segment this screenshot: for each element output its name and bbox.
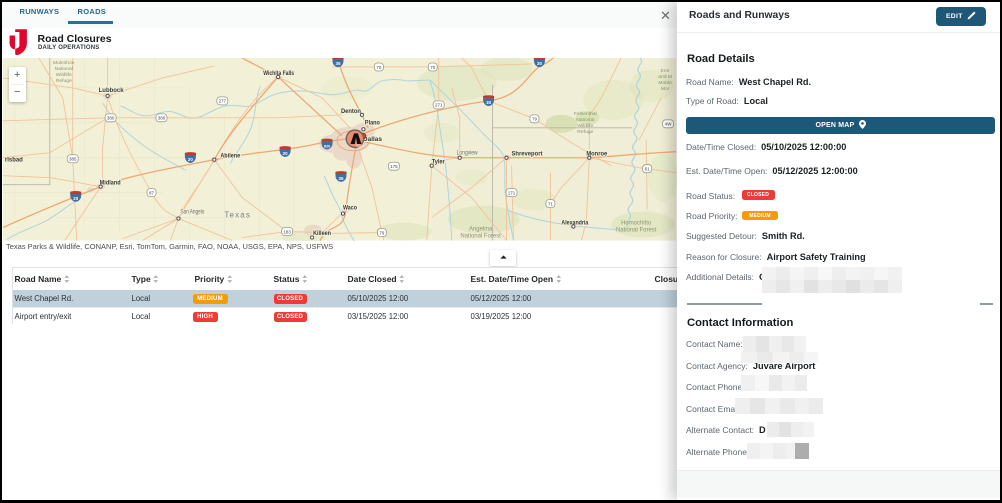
svg-text:20: 20 — [283, 151, 288, 156]
svg-text:Abilene: Abilene — [220, 154, 241, 160]
svg-text:820: 820 — [324, 144, 330, 148]
svg-text:87: 87 — [149, 190, 154, 195]
svg-text:277: 277 — [219, 99, 227, 104]
svg-text:National Forest: National Forest — [616, 228, 657, 234]
svg-text:175: 175 — [390, 164, 398, 169]
svg-text:rlsbad: rlsbad — [5, 158, 23, 164]
svg-text:Refuge: Refuge — [56, 78, 72, 84]
svg-text:San Angelo: San Angelo — [180, 210, 204, 216]
svg-text:20: 20 — [188, 157, 193, 162]
svg-text:Waco: Waco — [343, 206, 357, 212]
svg-text:35: 35 — [339, 176, 344, 181]
svg-text:79: 79 — [379, 230, 384, 235]
svg-text:Tyler: Tyler — [432, 160, 446, 166]
svg-text:Lubbock: Lubbock — [99, 88, 125, 94]
svg-text:30: 30 — [486, 100, 491, 105]
svg-text:20: 20 — [73, 196, 78, 201]
svg-text:61: 61 — [645, 166, 650, 171]
svg-text:70: 70 — [430, 65, 435, 70]
svg-text:Killeen: Killeen — [313, 231, 331, 237]
svg-text:Plano: Plano — [365, 120, 380, 126]
svg-text:Mor: Mor — [661, 86, 670, 92]
svg-text:Shreveport: Shreveport — [512, 151, 544, 158]
svg-text:30: 30 — [537, 61, 542, 66]
svg-text:79: 79 — [532, 117, 537, 122]
svg-text:Denton: Denton — [341, 109, 361, 115]
svg-text:Refuge: Refuge — [577, 129, 593, 135]
svg-text:380: 380 — [158, 116, 166, 121]
svg-text:71: 71 — [548, 201, 553, 206]
svg-text:National Forest: National Forest — [460, 234, 501, 240]
svg-text:35: 35 — [336, 61, 341, 66]
svg-text:Texas: Texas — [224, 211, 251, 220]
svg-text:171: 171 — [508, 190, 516, 195]
svg-text:4W: 4W — [665, 122, 672, 127]
svg-text:271: 271 — [435, 103, 443, 108]
svg-text:380: 380 — [107, 116, 115, 121]
svg-text:385: 385 — [69, 157, 77, 162]
svg-text:Midland: Midland — [100, 181, 121, 187]
svg-text:183: 183 — [283, 229, 291, 234]
svg-text:Angelina: Angelina — [469, 227, 493, 233]
svg-text:Homochitto: Homochitto — [621, 221, 652, 227]
svg-text:70: 70 — [376, 65, 381, 70]
